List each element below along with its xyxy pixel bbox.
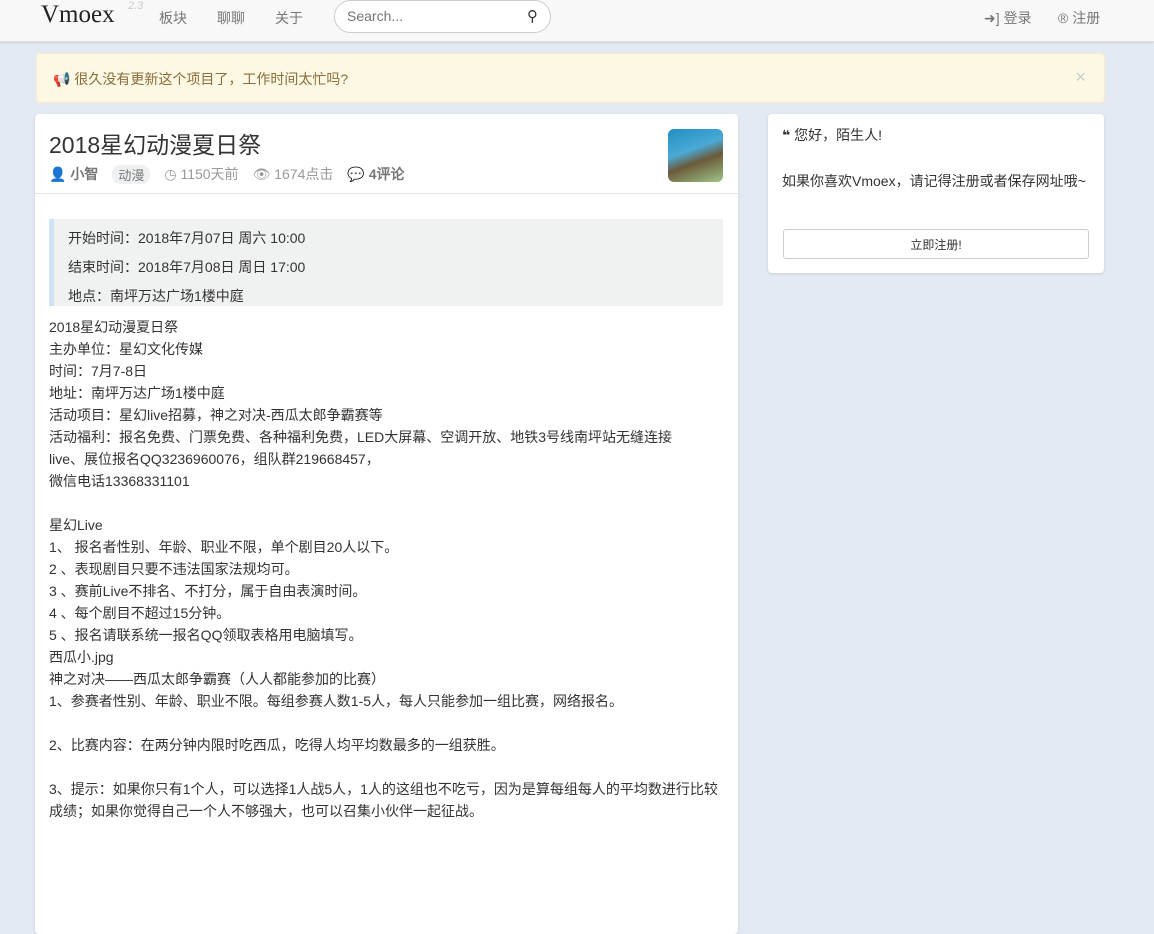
user-icon: 👤	[49, 166, 67, 182]
brand-logo[interactable]: Vmoex	[41, 0, 115, 30]
clock-icon: ◷	[164, 166, 177, 182]
bullhorn-icon: 📢	[53, 71, 71, 87]
registered-icon: ®	[1058, 10, 1069, 26]
event-info: 开始时间：2018年7月07日 周六 10:00 结束时间：2018年7月08日…	[49, 219, 723, 306]
version-label: 2.3	[128, 0, 144, 12]
tag-badge[interactable]: 动漫	[112, 164, 151, 184]
login-link[interactable]: ➜] 登录	[984, 8, 1032, 28]
eye-icon: 👁	[252, 166, 271, 182]
welcome-card: ❝ 您好，陌生人! 如果你喜欢Vmoex，请记得注册或者保存网址哦~ 立即注册!	[768, 114, 1104, 273]
author-link[interactable]: 小智	[70, 166, 98, 182]
start-time: 开始时间：2018年7月07日 周六 10:00	[68, 230, 306, 246]
search-box: ⚲	[334, 0, 551, 33]
alert-text: 很久没有更新这个项目了，工作时间太忙吗?	[74, 71, 349, 87]
navbar: Vmoex 2.3 板块 聊聊 关于 ⚲ ➜] 登录 ® 注册	[0, 0, 1154, 42]
location: 地点：南坪万达广场1楼中庭	[68, 288, 244, 304]
nav-link-chat[interactable]: 聊聊	[217, 8, 245, 28]
quote-icon: ❝	[782, 127, 791, 143]
comment-count[interactable]: 4评论	[369, 166, 405, 182]
sign-in-icon: ➜]	[984, 10, 1000, 26]
notice-alert: 📢 很久没有更新这个项目了，工作时间太忙吗? ×	[36, 53, 1105, 103]
comment-icon: 💬	[347, 166, 365, 182]
post-meta: 👤 小智 动漫 ◷ 1150天前 👁 1674点击 💬 4评论	[49, 164, 405, 184]
close-icon[interactable]: ×	[1075, 67, 1086, 88]
post-time: 1150天前	[180, 166, 239, 182]
greeting: 您好，陌生人!	[794, 127, 882, 143]
login-label: 登录	[1003, 10, 1032, 26]
welcome-text: 如果你喜欢Vmoex，请记得注册或者保存网址哦~	[782, 173, 1086, 189]
post-card: 2018星幻动漫夏日祭 👤 小智 动漫 ◷ 1150天前 👁 1674点击 💬 …	[35, 114, 738, 934]
register-button[interactable]: 立即注册!	[783, 229, 1089, 259]
divider	[35, 193, 738, 194]
register-label: 注册	[1072, 10, 1101, 26]
post-body: 2018星幻动漫夏日祭 主办单位：星幻文化传媒 时间：7月7-8日 地址：南坪万…	[49, 319, 718, 819]
avatar[interactable]	[668, 129, 723, 182]
end-time: 结束时间：2018年7月08日 周日 17:00	[68, 259, 306, 275]
nav-link-boards[interactable]: 板块	[159, 8, 187, 28]
search-icon[interactable]: ⚲	[527, 7, 538, 25]
search-input[interactable]	[347, 8, 507, 24]
register-link[interactable]: ® 注册	[1058, 8, 1100, 28]
post-title: 2018星幻动漫夏日祭	[49, 132, 262, 158]
nav-link-about[interactable]: 关于	[275, 8, 303, 28]
view-count: 1674点击	[274, 166, 334, 182]
